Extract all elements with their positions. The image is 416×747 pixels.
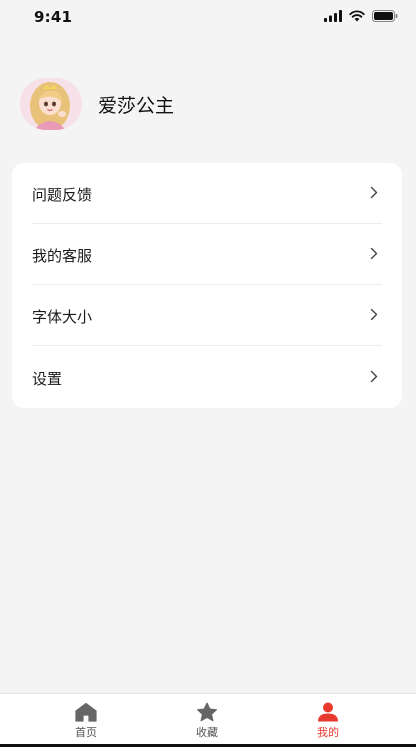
battery-icon [372,10,398,22]
star-icon [197,702,217,722]
tab-label: 首页 [75,726,97,739]
tab-favorites[interactable]: 收藏 [172,702,242,740]
menu-item-label: 问题反馈 [32,186,93,204]
chevron-right-icon [370,370,378,383]
divider [32,345,382,346]
status-icons [324,10,398,22]
menu-item-settings[interactable]: 设置 [12,347,402,408]
status-time: 9:41 [34,8,73,26]
menu-item-label: 设置 [32,370,63,388]
chevron-right-icon [370,308,378,321]
chevron-right-icon [370,186,378,199]
tab-label: 我的 [317,726,339,739]
princess-avatar-icon [20,78,82,130]
wifi-icon [349,10,365,22]
tab-mine[interactable]: 我的 [293,702,363,740]
tab-bar: 首页 收藏 我的 [0,693,416,747]
tab-label: 收藏 [196,726,218,739]
menu-item-font-size[interactable]: 字体大小 [12,285,402,346]
menu-item-label: 我的客服 [32,247,93,265]
user-icon [318,702,338,722]
menu-item-customer-service[interactable]: 我的客服 [12,224,402,285]
avatar[interactable] [20,78,82,130]
menu-item-label: 字体大小 [32,308,93,326]
menu-item-feedback[interactable]: 问题反馈 [12,163,402,224]
settings-menu-card: 问题反馈 我的客服 字体大小 设置 [12,163,402,408]
status-bar: 9:41 [0,0,416,34]
tab-home[interactable]: 首页 [51,702,121,740]
profile-header[interactable]: 爱莎公主 [20,78,174,130]
signal-icon [324,10,342,22]
chevron-right-icon [370,247,378,260]
username: 爱莎公主 [98,94,175,117]
home-icon [75,702,97,722]
